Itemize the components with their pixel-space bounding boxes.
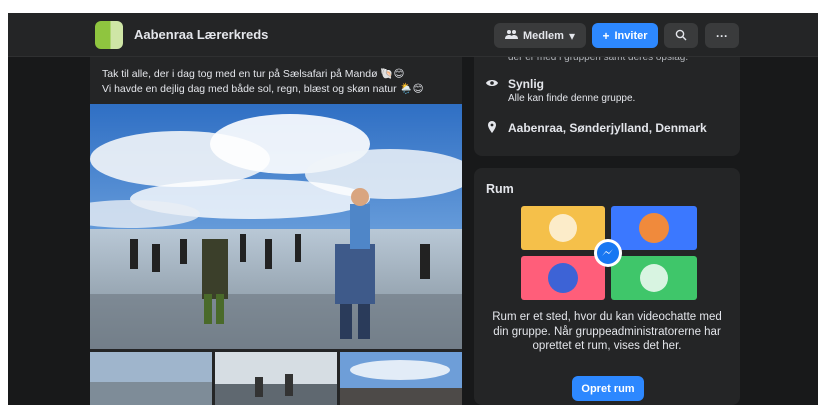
- invite-button-label: Inviter: [614, 29, 648, 42]
- search-icon: [675, 29, 687, 43]
- group-header-bar: Aabenraa Lærerkreds Medlem ▾ + Inviter ·…: [8, 13, 818, 57]
- eye-icon: [486, 77, 498, 104]
- visibility-row: Synlig Alle kan finde denne gruppe.: [486, 77, 635, 104]
- messenger-icon: [594, 239, 622, 267]
- rooms-description: Rum er et sted, hvor du kan videochatte …: [492, 311, 722, 352]
- post-text-line-2: Vi havde en dejlig dag med både sol, reg…: [102, 83, 424, 95]
- post-photo-thumbnail[interactable]: [215, 352, 337, 405]
- create-room-button[interactable]: Opret rum: [572, 376, 644, 401]
- post-text-line-1: Tak til alle, der i dag tog med en tur p…: [102, 68, 405, 80]
- plus-icon: +: [602, 28, 610, 43]
- app-frame: Aabenraa Lærerkreds Medlem ▾ + Inviter ·…: [8, 13, 818, 405]
- member-button[interactable]: Medlem ▾: [494, 23, 586, 48]
- group-post: Tak til alle, der i dag tog med en tur p…: [90, 57, 462, 405]
- invite-button[interactable]: + Inviter: [592, 23, 658, 48]
- search-button[interactable]: [664, 23, 698, 48]
- members-icon: [505, 29, 518, 42]
- post-text: Tak til alle, der i dag tog med en tur p…: [102, 67, 424, 97]
- more-icon: ···: [716, 28, 728, 43]
- rooms-title: Rum: [486, 182, 514, 196]
- visibility-title: Synlig: [508, 77, 545, 91]
- post-photo-thumbnail[interactable]: [340, 352, 462, 405]
- visibility-subtitle: Alle kan finde denne gruppe.: [508, 93, 636, 104]
- group-thumbnail[interactable]: [95, 21, 123, 49]
- location-text[interactable]: Aabenraa, Sønderjylland, Denmark: [508, 121, 707, 136]
- rooms-illustration: [521, 206, 697, 300]
- more-options-button[interactable]: ···: [705, 23, 739, 48]
- location-pin-icon: [486, 121, 498, 136]
- member-button-label: Medlem: [523, 29, 564, 42]
- group-about-card: der er med i gruppen samt deres opslag. …: [474, 57, 740, 156]
- post-photo-thumbnails: [90, 352, 462, 405]
- about-description-cut: der er med i gruppen samt deres opslag.: [508, 57, 689, 63]
- rooms-card: Rum Rum er et sted, hvor du kan videocha…: [474, 168, 740, 405]
- location-row: Aabenraa, Sønderjylland, Denmark: [486, 121, 707, 136]
- chevron-down-icon: ▾: [568, 28, 575, 43]
- group-name[interactable]: Aabenraa Lærerkreds: [134, 27, 268, 42]
- post-main-photo[interactable]: [90, 104, 462, 349]
- post-photo-thumbnail[interactable]: [90, 352, 212, 405]
